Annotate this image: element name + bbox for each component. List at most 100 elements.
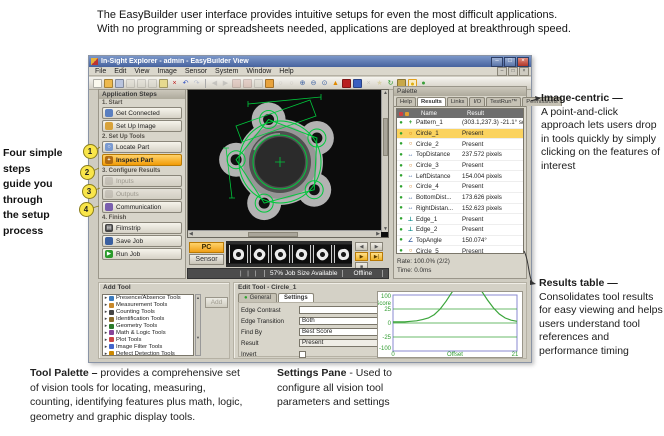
- tool-category-counting-tools[interactable]: ▸Counting Tools: [103, 309, 193, 316]
- filmstrip-frame[interactable]: [250, 245, 269, 263]
- clipboard-icon[interactable]: [159, 79, 168, 88]
- palette-tab-testrun[interactable]: TestRun™: [486, 97, 521, 106]
- menu-file[interactable]: File: [91, 68, 110, 75]
- film-last-button[interactable]: ▶|: [370, 252, 383, 261]
- palette-tab-links[interactable]: Links: [447, 97, 469, 106]
- table-row[interactable]: ●∠TopAngle150.074°: [397, 236, 523, 247]
- open-job-icon[interactable]: [104, 79, 113, 88]
- minimize-button[interactable]: –: [491, 57, 503, 67]
- next-image-icon[interactable]: ○: [287, 79, 296, 88]
- table-row[interactable]: ●↔BottomDist...173.626 pixels: [397, 193, 523, 204]
- filmstrip-frame[interactable]: [313, 245, 332, 263]
- mdi-control-0[interactable]: –: [497, 67, 507, 76]
- menu-sensor[interactable]: Sensor: [181, 68, 211, 75]
- name-column-header[interactable]: Name: [421, 111, 467, 117]
- zoom-fit-icon[interactable]: ⊙: [320, 79, 329, 88]
- edge-contrast-input[interactable]: 29: [299, 306, 389, 314]
- disconnect-icon[interactable]: ×: [364, 79, 373, 88]
- set-up-image-button[interactable]: Set Up Image: [102, 120, 182, 132]
- tool-category-image-filter-tools[interactable]: ▸Image Filter Tools: [103, 343, 193, 350]
- title-bar[interactable]: In-Sight Explorer - admin - EasyBuilder …: [89, 56, 531, 67]
- menu-window[interactable]: Window: [242, 68, 275, 75]
- table-row[interactable]: ●○Circle_3Present: [397, 161, 523, 172]
- image-vertical-scrollbar[interactable]: ▲ ▼: [381, 90, 388, 232]
- save-job-button[interactable]: Save Job: [102, 235, 182, 247]
- film-prev-button[interactable]: ▶: [370, 242, 383, 251]
- invert-checkbox[interactable]: [299, 351, 306, 358]
- tab-general[interactable]: ●General: [238, 293, 277, 302]
- magnet-alt-icon[interactable]: [243, 79, 252, 88]
- magnet-icon[interactable]: [232, 79, 241, 88]
- tool-palette-list[interactable]: ▸Presence/Absence Tools▸Measurement Tool…: [102, 294, 194, 356]
- snippet-icon[interactable]: ★: [375, 79, 384, 88]
- new-job-icon[interactable]: [93, 79, 102, 88]
- run-job-button[interactable]: ▶Run Job: [102, 248, 182, 260]
- tab-settings[interactable]: Settings: [278, 293, 314, 302]
- film-first-button[interactable]: ◀: [355, 242, 368, 251]
- cut-icon[interactable]: [148, 79, 157, 88]
- palette-tab-help[interactable]: Help: [396, 97, 416, 106]
- paste-icon[interactable]: [137, 79, 146, 88]
- menu-image[interactable]: Image: [153, 68, 180, 75]
- delete-icon[interactable]: ×: [170, 79, 179, 88]
- menu-help[interactable]: Help: [275, 68, 297, 75]
- table-row[interactable]: ●+Pattern_1(303.1,237.3) -21.1° score...: [397, 118, 523, 129]
- communication-button[interactable]: Communication: [102, 201, 182, 213]
- copy-icon[interactable]: [126, 79, 135, 88]
- table-row[interactable]: ●↔RightDistan...152.623 pixels: [397, 204, 523, 215]
- film-play-button[interactable]: ▶: [355, 252, 368, 261]
- pc-mode-button[interactable]: PC: [189, 242, 224, 253]
- maximize-button[interactable]: □: [504, 57, 516, 67]
- filmstrip-frame[interactable]: [292, 245, 311, 263]
- tool-category-plot-tools[interactable]: ▸Plot Tools: [103, 336, 193, 343]
- live-video-icon[interactable]: [342, 79, 351, 88]
- tool-category-defect-detection-tools[interactable]: ▸Defect Detection Tools: [103, 350, 193, 356]
- palette-tab-results[interactable]: Results: [417, 97, 446, 106]
- get-connected-button[interactable]: Get Connected: [102, 107, 182, 119]
- image-horizontal-scrollbar[interactable]: ◀ ▶: [188, 230, 381, 237]
- close-button[interactable]: ×: [517, 57, 529, 67]
- table-row[interactable]: ●⊥Edge_1Present: [397, 214, 523, 225]
- filmstrip-frame[interactable]: [271, 245, 290, 263]
- table-row[interactable]: ●○Circle_1Present: [397, 129, 523, 140]
- table-row[interactable]: ●○Circle_5Present: [397, 246, 523, 254]
- table-row[interactable]: ●○Circle_4Present: [397, 182, 523, 193]
- undo-icon[interactable]: ↶: [181, 79, 190, 88]
- redo-icon[interactable]: ↷: [192, 79, 201, 88]
- window-layout-icon[interactable]: [353, 79, 362, 88]
- camera-icon[interactable]: [254, 79, 263, 88]
- menu-system[interactable]: System: [211, 68, 242, 75]
- filmstrip-frame[interactable]: [334, 245, 353, 263]
- tool-category-measurement-tools[interactable]: ▸Measurement Tools: [103, 302, 193, 309]
- mdi-control-1[interactable]: □: [508, 67, 518, 76]
- filmstrip-frame[interactable]: [229, 245, 248, 263]
- palette-tab-io[interactable]: I/O: [469, 97, 485, 106]
- table-row[interactable]: ●○Circle_2Present: [397, 139, 523, 150]
- sensor-mode-button[interactable]: Sensor: [189, 254, 224, 265]
- table-row[interactable]: ●⊥Edge_2Present: [397, 225, 523, 236]
- tool-list-scrollbar[interactable]: ▲▼: [195, 294, 201, 356]
- step-forward-icon[interactable]: ▶: [221, 79, 230, 88]
- filmstrip-button[interactable]: ▤Filmstrip: [102, 222, 182, 234]
- zoom-in-icon[interactable]: ⊕: [298, 79, 307, 88]
- mdi-control-2[interactable]: ×: [519, 67, 529, 76]
- tool-category-math-logic-tools[interactable]: ▸Math & Logic Tools: [103, 329, 193, 336]
- prev-image-icon[interactable]: ○: [276, 79, 285, 88]
- menu-view[interactable]: View: [130, 68, 153, 75]
- tool-category-geometry-tools[interactable]: ▸Geometry Tools: [103, 323, 193, 330]
- tool-category-presence-absence-tools[interactable]: ▸Presence/Absence Tools: [103, 295, 193, 302]
- table-row[interactable]: ●↔LeftDistance154.004 pixels: [397, 171, 523, 182]
- locate-part-button[interactable]: ○Locate Part: [102, 141, 182, 153]
- menu-edit[interactable]: Edit: [110, 68, 130, 75]
- inspect-part-button[interactable]: +Inspect Part: [102, 154, 182, 166]
- save-job-icon[interactable]: [115, 79, 124, 88]
- add-tool-button[interactable]: Add: [205, 297, 228, 308]
- filmstrip[interactable]: [226, 241, 352, 267]
- step-back-icon[interactable]: ◀: [210, 79, 219, 88]
- table-row[interactable]: ●↔TopDistance237.572 pixels: [397, 150, 523, 161]
- result-column-header[interactable]: Result: [467, 111, 523, 117]
- image-view[interactable]: ▲ ▼ ◀ ▶: [187, 89, 389, 238]
- warning-icon[interactable]: ▲: [331, 79, 340, 88]
- tool-category-identification-tools[interactable]: ▸Identification Tools: [103, 316, 193, 323]
- record-folder-icon[interactable]: [265, 79, 274, 88]
